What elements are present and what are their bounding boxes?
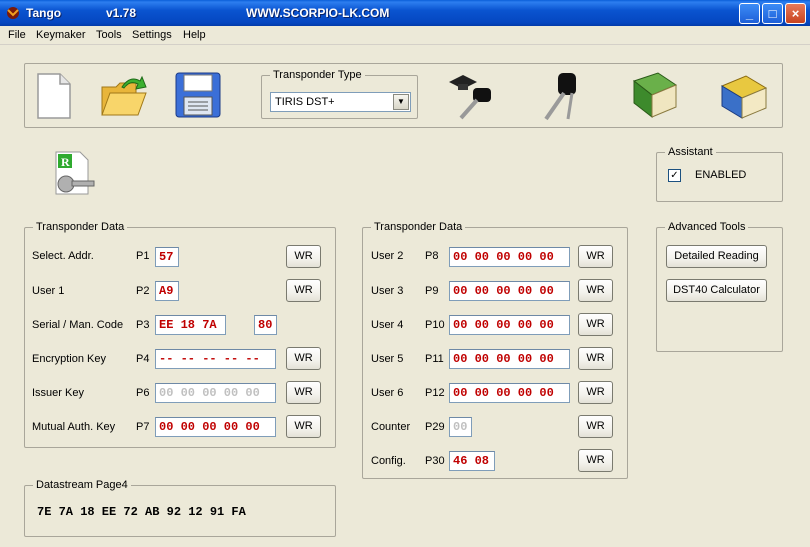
wr-p29-button[interactable]: WR — [578, 415, 613, 438]
menu-bar: File Keymaker Tools Settings Help — [0, 26, 810, 45]
menu-keymaker[interactable]: Keymaker — [36, 29, 86, 41]
window-title: Tango — [26, 6, 62, 20]
row-page: P6 — [136, 387, 150, 399]
p9-field[interactable]: 00 00 00 00 00 — [449, 281, 570, 301]
row-page: P29 — [425, 421, 445, 433]
p3-field[interactable]: EE 18 7A — [155, 315, 226, 335]
menu-settings[interactable]: Settings — [132, 29, 172, 41]
wr-p4-button[interactable]: WR — [286, 347, 321, 370]
row-page: P7 — [136, 421, 150, 433]
row-name: Config. — [371, 455, 406, 467]
wr-p30-button[interactable]: WR — [578, 449, 613, 472]
row-page: P4 — [136, 353, 150, 365]
p8-field[interactable]: 00 00 00 00 00 — [449, 247, 570, 267]
green-book-icon[interactable] — [628, 71, 680, 121]
row-page: P2 — [136, 285, 150, 297]
row-name: Select. Addr. — [32, 250, 94, 262]
row-name: Issuer Key — [32, 387, 84, 399]
row-name: Counter — [371, 421, 411, 433]
close-button[interactable]: × — [785, 3, 806, 24]
p29-field[interactable]: 00 — [449, 417, 472, 437]
detailed-reading-button[interactable]: Detailed Reading — [666, 245, 767, 268]
row-page: P30 — [425, 455, 445, 467]
row-name: User 5 — [371, 353, 404, 365]
p2-field[interactable]: A9 — [155, 281, 179, 301]
transponder-type-label: Transponder Type — [270, 69, 365, 81]
row-page: P9 — [425, 285, 439, 297]
p30-field[interactable]: 46 08 — [449, 451, 495, 471]
save-disk-icon[interactable] — [174, 71, 222, 119]
row-name: User 6 — [371, 387, 404, 399]
title-bar: Tango v1.78 WWW.SCORPIO-LK.COM _ □ × — [0, 0, 810, 26]
svg-text:R: R — [61, 155, 70, 169]
wr-p11-button[interactable]: WR — [578, 347, 613, 370]
wr-p10-button[interactable]: WR — [578, 313, 613, 336]
wr-p1-button[interactable]: WR — [286, 245, 321, 268]
wr-p8-button[interactable]: WR — [578, 245, 613, 268]
books-icon[interactable] — [718, 70, 772, 122]
row-name: Encryption Key — [32, 353, 106, 365]
car-keys-icon[interactable] — [536, 69, 588, 123]
new-file-icon[interactable] — [36, 72, 72, 120]
assistant-label: Assistant — [665, 146, 716, 158]
assistant-enabled-label: ENABLED — [695, 169, 747, 181]
wr-p6-button[interactable]: WR — [286, 381, 321, 404]
chevron-down-icon[interactable]: ▼ — [393, 94, 409, 110]
p12-field[interactable]: 00 00 00 00 00 — [449, 383, 570, 403]
row-name: User 4 — [371, 319, 404, 331]
wr-p9-button[interactable]: WR — [578, 279, 613, 302]
transponder-data-left-label: Transponder Data — [33, 221, 128, 233]
row-page: P11 — [425, 353, 444, 365]
transponder-type-select[interactable]: TIRIS DST+ ▼ — [270, 92, 411, 112]
p6-field[interactable]: 00 00 00 00 00 — [155, 383, 276, 403]
row-page: P10 — [425, 319, 445, 331]
p11-field[interactable]: 00 00 00 00 00 — [449, 349, 570, 369]
open-folder-icon[interactable] — [100, 73, 148, 119]
transponder-type-value: TIRIS DST+ — [275, 96, 335, 108]
window-version: v1.78 — [106, 6, 137, 20]
row-name: Serial / Man. Code — [32, 319, 124, 331]
wr-p7-button[interactable]: WR — [286, 415, 321, 438]
register-key-icon[interactable]: R — [52, 150, 98, 198]
datastream-value: 7E 7A 18 EE 72 AB 92 12 91 FA — [37, 505, 246, 519]
dst40-calculator-button[interactable]: DST40 Calculator — [666, 279, 767, 302]
datastream-label: Datastream Page4 — [33, 479, 131, 491]
graduate-key-icon[interactable] — [447, 70, 497, 122]
menu-tools[interactable]: Tools — [96, 29, 122, 41]
row-name: User 3 — [371, 285, 404, 297]
p10-field[interactable]: 00 00 00 00 00 — [449, 315, 570, 335]
assistant-enabled-checkbox[interactable]: ✓ — [668, 169, 681, 182]
row-name: Mutual Auth. Key — [32, 421, 116, 433]
wr-p2-button[interactable]: WR — [286, 279, 321, 302]
row-page: P3 — [136, 319, 150, 331]
row-name: User 2 — [371, 250, 404, 262]
window-website: WWW.SCORPIO-LK.COM — [246, 6, 390, 20]
p3-man-code-field[interactable]: 80 — [254, 315, 277, 335]
row-name: User 1 — [32, 285, 65, 297]
menu-help[interactable]: Help — [183, 29, 206, 41]
p1-field[interactable]: 57 — [155, 247, 179, 267]
scorpio-app-icon — [7, 7, 19, 19]
advanced-tools-label: Advanced Tools — [665, 221, 749, 233]
row-page: P12 — [425, 387, 445, 399]
transponder-data-right-label: Transponder Data — [371, 221, 466, 233]
row-page: P8 — [425, 250, 439, 262]
minimize-button[interactable]: _ — [739, 3, 760, 24]
menu-file[interactable]: File — [8, 29, 26, 41]
p7-field[interactable]: 00 00 00 00 00 — [155, 417, 276, 437]
maximize-button[interactable]: □ — [762, 3, 783, 24]
p4-field[interactable]: -- -- -- -- -- — [155, 349, 276, 369]
wr-p12-button[interactable]: WR — [578, 381, 613, 404]
row-page: P1 — [136, 250, 150, 262]
